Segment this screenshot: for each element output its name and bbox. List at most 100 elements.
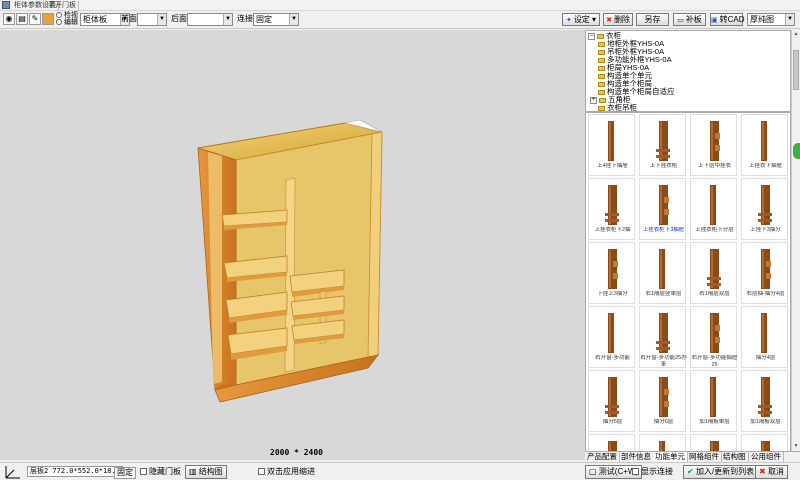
tab-product-config[interactable]: 产品配置 <box>585 452 620 462</box>
pencil-icon[interactable]: ✎ <box>29 13 41 25</box>
material-icon[interactable] <box>42 13 54 25</box>
save-as-button[interactable]: 另存 <box>636 13 669 26</box>
tab-function-unit[interactable]: 功能单元 <box>653 452 688 462</box>
view-icon[interactable]: ◉ <box>3 13 15 25</box>
gallery-item-label: 上挂衣柜下2抽 <box>594 227 631 233</box>
cabinet-thumbnail-icon <box>703 247 725 291</box>
scroll-down-icon[interactable]: ▼ <box>792 442 800 451</box>
gallery-item[interactable]: 右1隔层双层 <box>690 242 737 304</box>
test-icon: ▢ <box>589 467 599 476</box>
cabinet-thumbnail-icon <box>652 183 674 227</box>
board-icon: ▭ <box>677 17 684 24</box>
gallery-item[interactable]: 抽屉柜 <box>639 434 686 451</box>
cancel-button[interactable]: ✖ 取消 <box>755 465 788 479</box>
folder-icon <box>598 57 605 63</box>
open-icon[interactable]: ▤ <box>16 13 28 25</box>
tab-grid-component[interactable]: 网格组件 <box>687 452 722 462</box>
to-cad-button[interactable]: ▣ 转CAD <box>710 13 745 26</box>
gallery-item-label: 抽分6层 <box>653 419 674 425</box>
gallery-item[interactable]: 右1隔层竖单层 <box>639 242 686 304</box>
gallery-item[interactable]: 上挂下3抽分 <box>741 178 788 240</box>
gallery-item[interactable]: 右层抽-抽分4层 <box>741 242 788 304</box>
gallery-item[interactable]: 加1隔板单层 <box>690 370 737 432</box>
folder-icon <box>598 65 605 71</box>
chevron-down-icon: ▼ <box>289 14 298 25</box>
add-update-button[interactable]: ✔ 加入/更新到列表 <box>683 465 759 479</box>
gallery-item[interactable]: 抽屉柜 <box>741 434 788 451</box>
view-radio[interactable] <box>56 12 62 19</box>
connect-select[interactable]: 固定 ▼ <box>253 13 299 26</box>
gallery-item[interactable]: 上挂衣柜下分层 <box>690 178 737 240</box>
status-bar: 层板2 772.0*552.0*18.0 固定 隐藏门板 ▥ 结构图 双击应用缩… <box>0 462 800 480</box>
back-select[interactable]: ▼ <box>187 13 233 26</box>
folder-icon <box>598 105 605 111</box>
connect-label: 连接 <box>237 14 253 23</box>
gallery-item[interactable]: 抽屉柜 <box>690 434 737 451</box>
close-icon: ✖ <box>759 467 768 476</box>
tab-structure[interactable]: 结构图 <box>721 452 749 462</box>
gallery-item[interactable]: 右开窗-多功能 <box>588 306 635 368</box>
scroll-thumb[interactable] <box>793 50 799 90</box>
gallery-item[interactable]: 右开窗-多功能抽屉25 <box>690 306 737 368</box>
tree-item[interactable]: 衣柜吊柜 <box>598 103 637 111</box>
cabinet-thumbnail-icon <box>703 183 725 227</box>
delete-button[interactable]: ✖ 删除 <box>603 13 633 26</box>
category-tree[interactable]: − 衣柜 地柜外框YHS-0A 吊柜外框YHS-0A 多功能外框YHS-0A 柜局… <box>585 30 791 112</box>
structure-button[interactable]: ▥ 结构图 <box>185 465 227 479</box>
folder-icon <box>597 33 604 39</box>
component-gallery: 上4挂下抽屉 上下挂衣柜 上下层中挂衣 上挂衣下抽屉上挂衣柜下2抽 上挂衣柜下3抽屉 上挂… <box>585 112 791 452</box>
show-connect-option[interactable]: 显示连接 <box>632 467 673 477</box>
gallery-item[interactable]: 右开窗-多功能25办来 <box>639 306 687 368</box>
cabinet-thumbnail-icon <box>754 247 776 291</box>
part-info-field: 层板2 772.0*552.0*18.0 <box>27 466 123 477</box>
gallery-item[interactable]: 抽屉柜 <box>588 434 635 451</box>
edit-radio[interactable] <box>56 19 62 26</box>
window-tab-door-panel[interactable]: 平开门板 <box>46 1 79 11</box>
structure-icon: ▥ <box>189 467 199 476</box>
gallery-item[interactable]: 抽分4层 <box>741 306 788 368</box>
title-bar: 柜体参数设置 平开门板 <box>0 0 800 11</box>
tab-part-info[interactable]: 部件信息 <box>619 452 654 462</box>
supplement-button[interactable]: ▭ 补板 <box>673 13 706 26</box>
collapse-icon[interactable]: − <box>588 32 595 40</box>
gallery-item[interactable]: 上4挂下抽屉 <box>588 114 635 176</box>
gallery-item[interactable]: 抽分6层 <box>639 370 686 432</box>
axis-icon <box>5 466 20 479</box>
3d-viewport[interactable]: 2000 * 2400 <box>0 30 585 460</box>
gallery-item-label: 上挂衣柜下3抽屉 <box>642 227 685 233</box>
expand-icon[interactable]: + <box>590 96 597 104</box>
vertical-scrollbar[interactable]: ▲ ▼ <box>791 30 800 452</box>
gallery-item-label: 上下挂衣柜 <box>649 163 678 169</box>
cabinet-3d-model <box>197 119 383 403</box>
panel-tabs: 产品配置 部件信息 功能单元 网格组件 结构图 公用组件 <box>585 451 800 462</box>
gallery-item[interactable]: 上挂衣下抽屉 <box>741 114 788 176</box>
gallery-item[interactable]: 下挂上3抽分 <box>588 242 635 304</box>
front-label: 前面 <box>121 14 137 23</box>
hide-door-option[interactable]: 隐藏门板 <box>140 467 181 477</box>
front-select[interactable]: ▼ <box>137 13 167 26</box>
back-label: 后面 <box>171 14 187 23</box>
gallery-item-label: 右层抽-抽分4层 <box>746 291 785 297</box>
gallery-item[interactable]: 上下层中挂衣 <box>690 114 737 176</box>
settings-button[interactable]: ✦ 设定 ▾ <box>562 13 600 26</box>
double-click-option[interactable]: 双击应用缩进 <box>258 467 315 477</box>
gallery-item[interactable]: 上下挂衣柜 <box>639 114 686 176</box>
folder-icon <box>598 49 605 55</box>
scroll-up-icon[interactable]: ▲ <box>792 30 800 39</box>
hide-door-checkbox[interactable] <box>140 468 147 476</box>
gallery-item-label: 上挂衣柜下分层 <box>695 227 734 233</box>
cabinet-thumbnail-icon <box>703 375 725 419</box>
view-mode-select[interactable]: 厚纯图 ▼ <box>747 13 795 26</box>
double-click-checkbox[interactable] <box>258 468 265 476</box>
gallery-item-label: 右开窗-多功能25办来 <box>640 355 687 368</box>
show-connect-checkbox[interactable] <box>632 468 639 476</box>
gallery-item-label: 抽分4层 <box>755 355 776 361</box>
gallery-item[interactable]: 上挂衣柜下3抽屉 <box>639 178 686 240</box>
gallery-item[interactable]: 上挂衣柜下2抽 <box>588 178 635 240</box>
gallery-item[interactable]: 加1隔板双层 <box>741 370 788 432</box>
gallery-item[interactable]: 抽分5层 <box>588 370 635 432</box>
side-panel-toggle-icon[interactable] <box>793 143 800 159</box>
gallery-item-label: 加1隔板双层 <box>750 419 781 425</box>
tab-common-component[interactable]: 公用组件 <box>749 452 784 462</box>
gallery-item-label: 加1隔板单层 <box>699 419 730 425</box>
